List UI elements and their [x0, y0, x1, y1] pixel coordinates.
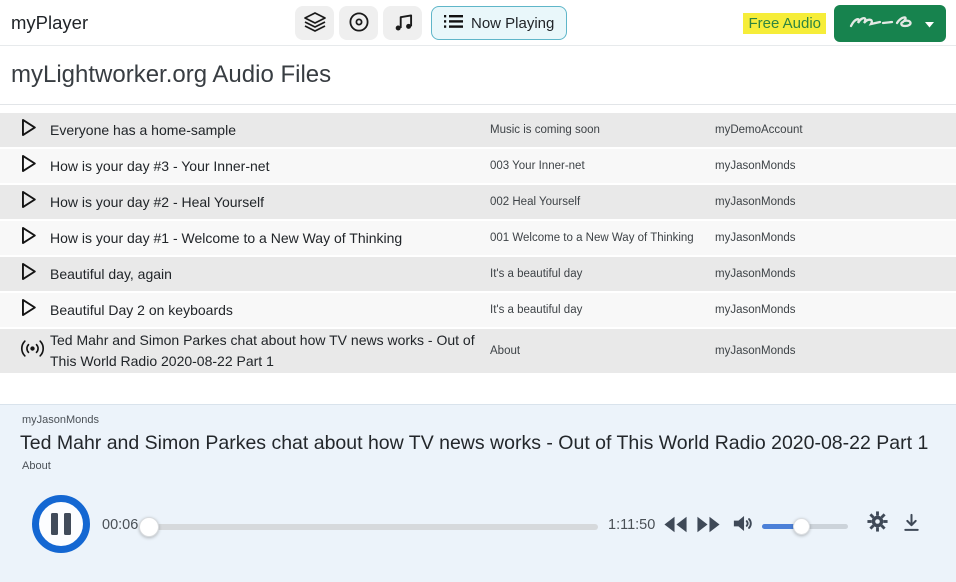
- track-title: Beautiful day, again: [50, 264, 490, 285]
- app-root: myPlayer: [0, 0, 956, 582]
- volume-button[interactable]: [731, 512, 754, 538]
- now-playing-panel: myJasonMonds Ted Mahr and Simon Parkes c…: [0, 404, 956, 582]
- track-title: Everyone has a home-sample: [50, 120, 490, 141]
- play-icon[interactable]: [19, 153, 38, 179]
- fast-forward-button[interactable]: [696, 515, 721, 537]
- header-account-area: Free Audio: [743, 0, 946, 46]
- header-nav: Now Playing: [295, 6, 567, 40]
- account-menu-button[interactable]: [834, 5, 946, 42]
- free-audio-link[interactable]: Free Audio: [743, 13, 826, 34]
- play-icon[interactable]: [19, 261, 38, 287]
- track-subtitle: About: [490, 345, 715, 357]
- volume-slider[interactable]: [762, 524, 848, 529]
- broadcast-icon[interactable]: [19, 338, 46, 364]
- pause-icon: [51, 513, 58, 535]
- track-row[interactable]: How is your day #1 - Welcome to a New Wa…: [0, 221, 956, 255]
- play-icon[interactable]: [19, 117, 38, 143]
- track-row[interactable]: How is your day #2 - Heal Yourself 002 H…: [0, 185, 956, 219]
- track-title: How is your day #1 - Welcome to a New Wa…: [50, 228, 490, 249]
- music-note-icon: [391, 10, 415, 37]
- play-icon[interactable]: [19, 189, 38, 215]
- seek-slider[interactable]: [140, 524, 598, 530]
- track-account: myJasonMonds: [715, 196, 956, 208]
- signature-logo-icon: [847, 10, 919, 37]
- chevron-down-icon: [925, 16, 934, 31]
- track-subtitle: 002 Heal Yourself: [490, 196, 715, 208]
- library-button[interactable]: [295, 6, 334, 40]
- app-title: myPlayer: [11, 12, 88, 34]
- page-title-bar: myLightworker.org Audio Files: [0, 47, 956, 105]
- rewind-button[interactable]: [663, 515, 688, 537]
- rewind-icon: [663, 515, 688, 537]
- seek-thumb[interactable]: [139, 517, 159, 537]
- track-row[interactable]: Everyone has a home-sample Music is comi…: [0, 113, 956, 147]
- track-account: myJasonMonds: [715, 268, 956, 280]
- track-row[interactable]: Beautiful day, again It's a beautiful da…: [0, 257, 956, 291]
- albums-button[interactable]: [339, 6, 378, 40]
- disc-icon: [347, 10, 371, 37]
- track-account: myJasonMonds: [715, 160, 956, 172]
- now-playing-label: Now Playing: [471, 15, 554, 32]
- current-time: 00:06: [102, 517, 138, 533]
- track-title: Ted Mahr and Simon Parkes chat about how…: [50, 330, 490, 372]
- track-subtitle: It's a beautiful day: [490, 268, 715, 280]
- track-subtitle: Music is coming soon: [490, 124, 715, 136]
- track-account: myJasonMonds: [715, 304, 956, 316]
- songs-button[interactable]: [383, 6, 422, 40]
- track-title: How is your day #3 - Your Inner-net: [50, 156, 490, 177]
- now-playing-title: Ted Mahr and Simon Parkes chat about how…: [20, 432, 928, 455]
- track-subtitle: 003 Your Inner-net: [490, 160, 715, 172]
- track-account: myDemoAccount: [715, 124, 956, 136]
- track-subtitle: It's a beautiful day: [490, 304, 715, 316]
- track-row[interactable]: Ted Mahr and Simon Parkes chat about how…: [0, 329, 956, 373]
- fast-forward-icon: [696, 515, 721, 537]
- download-icon: [901, 512, 922, 536]
- track-account: myJasonMonds: [715, 345, 956, 357]
- header: myPlayer: [0, 0, 956, 46]
- volume-thumb[interactable]: [793, 518, 810, 535]
- track-row[interactable]: Beautiful Day 2 on keyboards It's a beau…: [0, 293, 956, 327]
- track-row[interactable]: How is your day #3 - Your Inner-net 003 …: [0, 149, 956, 183]
- page-title: myLightworker.org Audio Files: [11, 61, 331, 89]
- layers-icon: [303, 10, 327, 37]
- track-subtitle: 001 Welcome to a New Way of Thinking: [490, 232, 715, 244]
- gear-icon: [866, 510, 889, 538]
- settings-button[interactable]: [866, 510, 889, 538]
- now-playing-button[interactable]: Now Playing: [431, 6, 567, 40]
- download-button[interactable]: [901, 512, 922, 536]
- list-icon: [444, 14, 463, 33]
- track-title: Beautiful Day 2 on keyboards: [50, 300, 490, 321]
- play-icon[interactable]: [19, 225, 38, 251]
- duration: 1:11:50: [608, 517, 655, 533]
- volume-icon: [731, 512, 754, 538]
- track-list: Everyone has a home-sample Music is comi…: [0, 113, 956, 375]
- pause-button[interactable]: [32, 495, 90, 553]
- track-title: How is your day #2 - Heal Yourself: [50, 192, 490, 213]
- now-playing-account: myJasonMonds: [22, 414, 99, 426]
- now-playing-subtitle: About: [22, 460, 51, 472]
- track-account: myJasonMonds: [715, 232, 956, 244]
- play-icon[interactable]: [19, 297, 38, 323]
